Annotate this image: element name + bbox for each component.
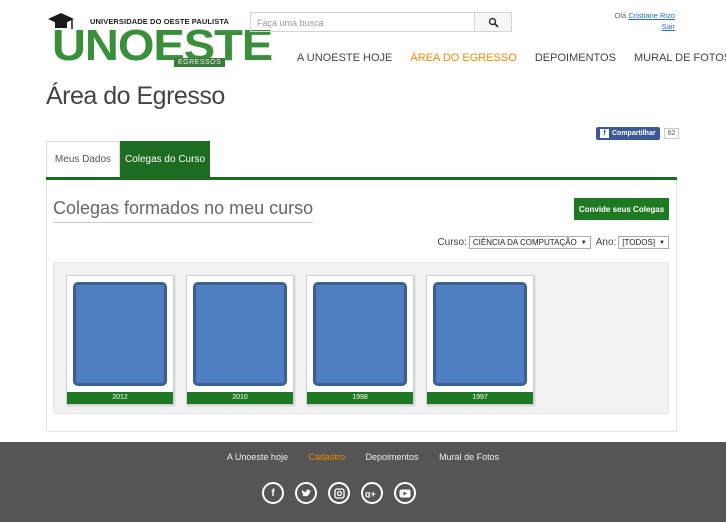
colleague-card[interactable]: 1997: [426, 275, 534, 405]
footer-link-cadastro[interactable]: Cadastro: [308, 452, 345, 462]
year-select[interactable]: [TODOS] ▼: [618, 236, 669, 249]
greeting-text: Olá: [614, 11, 627, 20]
footer-link-unoeste-hoje[interactable]: A Unoeste hoje: [227, 452, 288, 462]
course-select[interactable]: CIÊNCIA DA COMPUTAÇÃO ▼: [468, 236, 591, 249]
page-title: Área do Egresso: [46, 82, 225, 110]
course-label: Curso:: [437, 237, 467, 248]
year-label: Ano:: [595, 237, 617, 248]
graduation-year: 1998: [307, 392, 413, 404]
nav-item-area-egresso[interactable]: ÁREA DO EGRESSO: [410, 52, 516, 64]
dropdown-arrow-icon: ▼: [659, 239, 665, 246]
graduation-year: 2010: [187, 392, 293, 404]
colleague-gallery: 2012 2010 1998 1997: [53, 262, 669, 414]
colleague-photo: [193, 282, 287, 386]
colleague-card[interactable]: 1998: [306, 275, 414, 405]
year-value: [TODOS]: [622, 238, 656, 247]
colleague-photo: [73, 282, 167, 386]
search-button[interactable]: [474, 12, 512, 32]
brand-wordmark: UNOESTE: [52, 21, 273, 70]
footer-links: A Unoeste hoje Cadastro Depoimentos Mura…: [0, 452, 726, 462]
filters: Curso: CIÊNCIA DA COMPUTAÇÃO ▼ Ano: [TOD…: [437, 236, 669, 249]
search-icon: [488, 17, 499, 28]
instagram-icon[interactable]: [328, 482, 350, 504]
search-input[interactable]: Faça uma busca: [250, 12, 474, 32]
colleague-photo: [433, 282, 527, 386]
dropdown-arrow-icon: ▼: [580, 239, 587, 246]
nav-item-mural-fotos[interactable]: MURAL DE FOTOS: [634, 52, 726, 64]
user-greeting: Olá Cristiane Rizo Sair: [615, 10, 675, 32]
twitter-icon[interactable]: [295, 482, 317, 504]
facebook-share: f Compartilhar 62: [596, 127, 680, 140]
site-footer: A Unoeste hoje Cadastro Depoimentos Mura…: [0, 442, 726, 522]
youtube-icon[interactable]: [394, 482, 416, 504]
colleague-photo: [313, 282, 407, 386]
section-title: Colegas formados no meu curso: [53, 198, 314, 223]
nav-item-depoimentos[interactable]: DEPOIMENTOS: [535, 52, 616, 64]
graduation-year: 1997: [427, 392, 533, 404]
google-plus-icon[interactable]: g+: [361, 482, 383, 504]
colleague-card[interactable]: 2010: [186, 275, 294, 405]
share-button[interactable]: f Compartilhar: [596, 127, 660, 140]
footer-link-mural-fotos[interactable]: Mural de Fotos: [439, 452, 499, 462]
share-count: 62: [663, 128, 680, 139]
tab-bar: Meus Dados Colegas do Curso: [46, 141, 210, 177]
graduation-year: 2012: [67, 392, 173, 404]
facebook-icon: f: [600, 129, 609, 138]
footer-link-depoimentos[interactable]: Depoimentos: [366, 452, 419, 462]
svg-text:g+: g+: [365, 489, 376, 498]
main-nav: A UNOESTE HOJE ÁREA DO EGRESSO DEPOIMENT…: [297, 52, 726, 64]
facebook-icon[interactable]: f: [262, 482, 284, 504]
tab-meus-dados[interactable]: Meus Dados: [46, 141, 120, 177]
logout-link[interactable]: Sair: [662, 22, 675, 31]
nav-item-unoeste-hoje[interactable]: A UNOESTE HOJE: [297, 52, 392, 64]
social-links: f g+: [262, 482, 427, 504]
share-label: Compartilhar: [612, 130, 656, 137]
brand-subtitle: EGRESSOS: [174, 58, 226, 67]
tab-colegas-curso[interactable]: Colegas do Curso: [120, 141, 210, 177]
invite-colleagues-button[interactable]: Convide seus Colegas: [574, 198, 669, 220]
colleague-card[interactable]: 2012: [66, 275, 174, 405]
user-name-link[interactable]: Cristiane Rizo: [628, 11, 675, 20]
course-value: CIÊNCIA DA COMPUTAÇÃO: [472, 238, 577, 247]
site-logo[interactable]: UNIVERSIDADE DO OESTE PAULISTA UNOESTE E…: [46, 10, 273, 70]
